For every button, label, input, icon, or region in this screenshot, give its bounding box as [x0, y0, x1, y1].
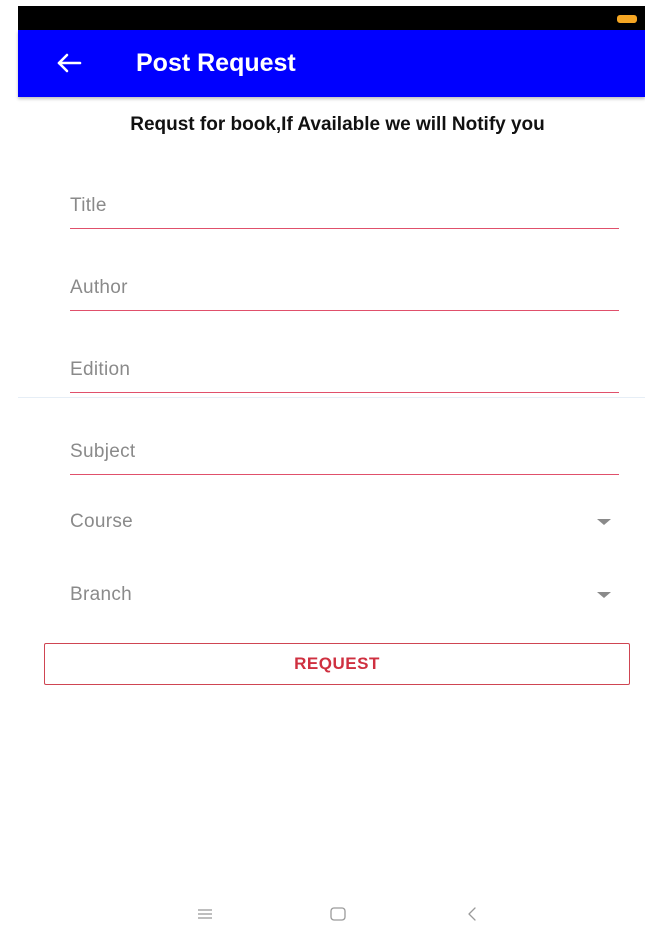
- course-dropdown[interactable]: Course: [70, 505, 619, 539]
- caret-down-icon: [597, 592, 611, 598]
- back-icon[interactable]: [462, 904, 482, 924]
- subject-field-container: [70, 434, 619, 475]
- request-button[interactable]: REQUEST: [44, 643, 630, 685]
- edition-field-container: [70, 352, 619, 393]
- status-bar: [18, 6, 645, 30]
- form-heading: Requst for book,If Available we will Not…: [130, 114, 545, 135]
- course-dropdown-label: Course: [70, 511, 134, 532]
- author-field-container: [70, 270, 619, 311]
- menu-icon[interactable]: [195, 904, 215, 924]
- battery-icon: [617, 15, 637, 23]
- page-title: Post Request: [136, 49, 296, 77]
- edition-input[interactable]: [70, 352, 619, 388]
- author-input[interactable]: [70, 270, 619, 306]
- home-icon[interactable]: [328, 904, 348, 924]
- caret-down-icon: [597, 519, 611, 525]
- branch-dropdown[interactable]: Branch: [70, 578, 619, 612]
- subject-input[interactable]: [70, 434, 619, 470]
- arrow-left-icon[interactable]: [54, 48, 84, 78]
- branch-dropdown-label: Branch: [70, 584, 133, 605]
- title-field-container: [70, 188, 619, 229]
- system-nav-bar: [0, 898, 645, 928]
- app-bar: Post Request: [18, 30, 645, 97]
- title-input[interactable]: [70, 188, 619, 224]
- divider: [18, 397, 645, 398]
